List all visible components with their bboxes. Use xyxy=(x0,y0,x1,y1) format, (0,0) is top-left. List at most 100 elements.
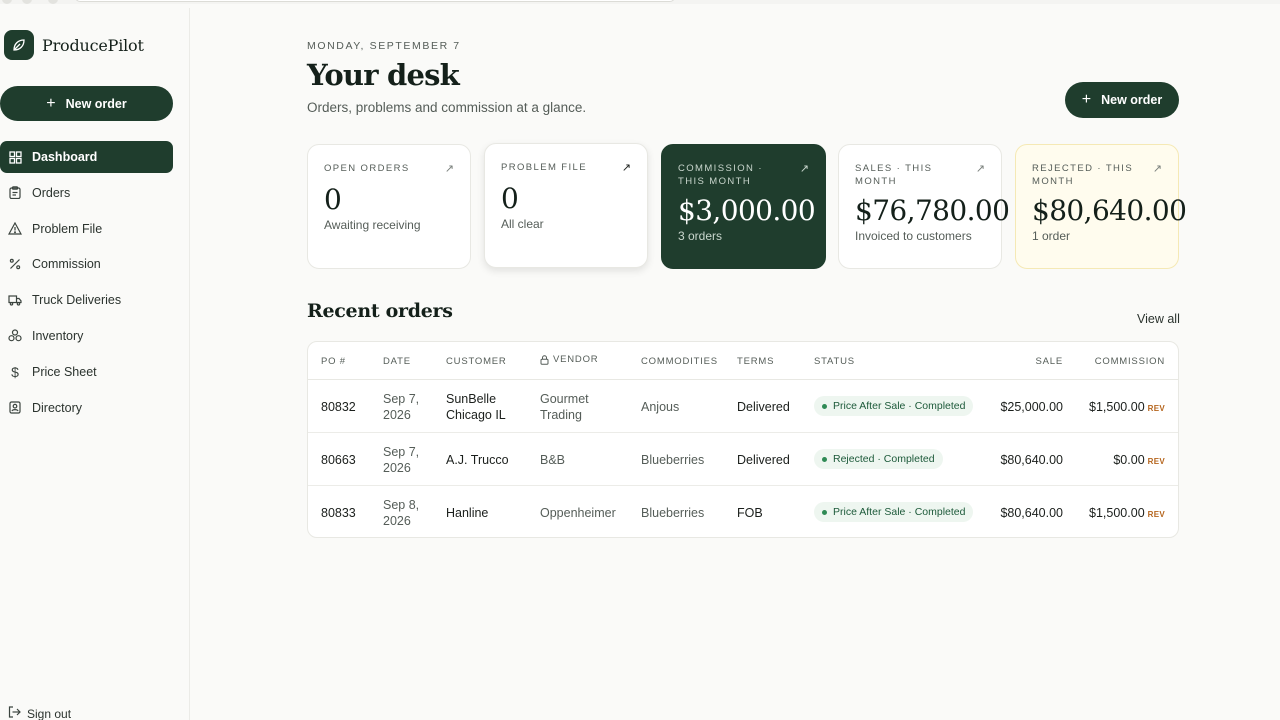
table-row[interactable]: 80833 Sep 8, 2026 Hanline Oppenheimer Bl… xyxy=(308,486,1178,537)
stat-card-label: PROBLEM FILE xyxy=(501,162,587,173)
cell-terms: FOB xyxy=(737,506,763,520)
sidebar-item-problem-file[interactable]: Problem File xyxy=(0,213,173,245)
column-header-vendor-label: VENDOR xyxy=(553,354,599,365)
commission-value: $1,500.00 xyxy=(1089,400,1145,414)
stat-card-value: $3,000.00 xyxy=(678,194,816,227)
arrow-up-right-icon: ↗ xyxy=(975,163,985,175)
view-all-link[interactable]: View all xyxy=(1137,312,1180,326)
cell-commodities: Blueberries xyxy=(641,453,705,467)
table-row[interactable]: 80832 Sep 7, 2026 SunBelle Chicago IL Go… xyxy=(308,380,1178,433)
sign-out-link[interactable]: Sign out xyxy=(8,706,71,720)
stat-card-note: Awaiting receiving xyxy=(324,218,421,232)
sidebar-new-order-button[interactable]: + New order xyxy=(0,86,173,121)
cell-customer: A.J. Trucco xyxy=(446,453,509,467)
warning-triangle-icon xyxy=(8,222,22,236)
stat-card-value: 0 xyxy=(501,182,519,215)
stat-card-value: $76,780.00 xyxy=(855,194,1010,227)
page-subtitle: Orders, problems and commission at a gla… xyxy=(307,100,587,115)
sidebar-item-commission[interactable]: Commission xyxy=(0,248,173,280)
column-header-commission[interactable]: COMMISSION xyxy=(1095,356,1165,367)
cell-date: Sep 7, 2026 xyxy=(383,445,420,475)
cell-sale: $25,000.00 xyxy=(1000,400,1063,414)
cell-customer: SunBelle Chicago IL xyxy=(446,392,506,422)
sign-out-label: Sign out xyxy=(27,706,72,720)
status-badge: Price After Sale · Completed xyxy=(814,502,974,522)
sidebar-item-label: Commission xyxy=(32,257,101,272)
cell-po[interactable]: 80833 xyxy=(321,505,356,521)
page-title: Your desk xyxy=(307,58,460,92)
table-header: PO # DATE CUSTOMER VENDOR COMMODITIES TE… xyxy=(308,342,1178,380)
table-row[interactable]: 80663 Sep 7, 2026 A.J. Trucco B&B Bluebe… xyxy=(308,433,1178,486)
cell-commodities: Blueberries xyxy=(641,506,705,520)
cell-commission: $0.00 REV xyxy=(1113,452,1165,470)
cell-date: Sep 7, 2026 xyxy=(383,392,420,422)
plus-icon: + xyxy=(1081,91,1092,108)
grid-icon xyxy=(8,150,22,164)
column-header-commodities[interactable]: COMMODITIES xyxy=(641,356,718,367)
arrow-up-right-icon: ↗ xyxy=(444,163,454,175)
stat-card-note: Invoiced to customers xyxy=(855,229,972,243)
stat-card-label: OPEN ORDERS xyxy=(324,163,410,174)
stat-card-value: $80,640.00 xyxy=(1032,194,1187,227)
sidebar-item-label: Directory xyxy=(32,400,83,415)
status-dot xyxy=(822,456,827,462)
status-text: Price After Sale · Completed xyxy=(833,506,966,518)
cell-terms: Delivered xyxy=(737,453,790,467)
cell-po[interactable]: 80663 xyxy=(321,452,356,468)
current-date: MONDAY, SEPTEMBER 7 xyxy=(307,40,461,52)
cell-po[interactable]: 80832 xyxy=(321,399,356,415)
new-order-button[interactable]: + New order xyxy=(1065,82,1179,118)
contact-book-icon xyxy=(8,401,22,415)
sidebar-item-orders[interactable]: Orders xyxy=(0,177,173,209)
column-header-sale[interactable]: SALE xyxy=(1036,356,1064,367)
cell-vendor: B&B xyxy=(540,453,566,467)
sidebar-item-price-sheet[interactable]: $ Price Sheet xyxy=(0,356,173,388)
status-badge: Price After Sale · Completed xyxy=(814,396,974,416)
arrow-up-right-icon: ↗ xyxy=(621,162,631,174)
new-order-label: New order xyxy=(1101,93,1163,107)
cell-customer: Hanline xyxy=(446,506,489,520)
status-text: Rejected · Completed xyxy=(833,453,935,465)
sidebar-item-truck-deliveries[interactable]: Truck Deliveries xyxy=(0,284,173,316)
commission-value: $0.00 xyxy=(1113,453,1145,467)
status-dot xyxy=(822,403,827,409)
stat-card-sales[interactable]: SALES · THIS MONTH ↗ $76,780.00 Invoiced… xyxy=(838,144,1010,269)
clipboard-icon xyxy=(8,186,22,200)
column-header-status[interactable]: STATUS xyxy=(814,356,855,367)
truck-icon xyxy=(8,293,22,307)
plus-icon: + xyxy=(46,94,56,112)
stat-card-commission[interactable]: COMMISSION · THIS MONTH ↗ $3,000.00 3 or… xyxy=(661,144,826,269)
sidebar-item-directory[interactable]: Directory xyxy=(0,392,173,424)
column-header-vendor[interactable]: VENDOR xyxy=(540,354,598,365)
sidebar-item-label: Price Sheet xyxy=(32,364,97,379)
stat-card-value: 0 xyxy=(324,183,342,216)
lock-icon xyxy=(540,354,549,365)
rev-badge: REV xyxy=(1147,404,1165,413)
rev-badge: REV xyxy=(1147,457,1165,466)
window-dot xyxy=(2,0,12,4)
stat-card-label: REJECTED · THIS MONTH xyxy=(1032,163,1134,187)
window-dot xyxy=(22,0,32,4)
column-header-po[interactable]: PO # xyxy=(321,356,346,367)
stat-card-label: SALES · THIS MONTH xyxy=(855,163,933,187)
stat-card-problem-file[interactable]: PROBLEM FILE ↗ 0 All clear xyxy=(484,143,648,268)
brand[interactable]: ProducePilot xyxy=(4,30,144,60)
column-header-customer[interactable]: CUSTOMER xyxy=(446,356,507,367)
stat-card-rejected[interactable]: REJECTED · THIS MONTH ↗ $80,640.00 1 ord… xyxy=(1015,144,1187,269)
browser-top-strip xyxy=(0,0,1280,4)
sign-out-icon xyxy=(8,706,21,720)
recent-orders-table: PO # DATE CUSTOMER VENDOR COMMODITIES TE… xyxy=(307,341,1179,538)
cell-commodities: Anjous xyxy=(641,400,680,414)
sidebar-item-inventory[interactable]: Inventory xyxy=(0,320,173,352)
commission-value: $1,500.00 xyxy=(1089,506,1145,520)
sidebar-new-order-label: New order xyxy=(65,96,127,111)
stat-card-open-orders[interactable]: OPEN ORDERS ↗ 0 Awaiting receiving xyxy=(307,144,471,269)
sidebar-item-label: Inventory xyxy=(32,328,84,343)
column-header-terms[interactable]: TERMS xyxy=(737,356,774,367)
sidebar-item-dashboard[interactable]: Dashboard xyxy=(0,141,173,173)
sidebar-item-label: Orders xyxy=(32,185,71,200)
cell-vendor: Gourmet Trading xyxy=(540,392,589,422)
sidebar-item-label: Problem File xyxy=(32,221,103,236)
address-bar[interactable] xyxy=(75,0,675,2)
column-header-date[interactable]: DATE xyxy=(383,356,411,367)
